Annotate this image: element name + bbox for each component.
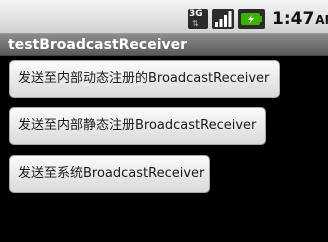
content-area: 发送至内部动态注册的BroadcastReceiver 发送至内部静态注册Bro… (0, 57, 328, 242)
data-arrows-icon: ⇅ (192, 19, 199, 28)
3g-icon: 3G ⇅ (188, 9, 208, 29)
send-internal-dynamic-button[interactable]: 发送至内部动态注册的BroadcastReceiver (9, 60, 280, 98)
network-type-label: 3G (189, 9, 203, 19)
clock-ampm: AM (315, 13, 328, 27)
clock-time: 1:47 (272, 9, 315, 29)
signal-icon (212, 9, 234, 29)
battery-icon (238, 9, 265, 29)
app-title: testBroadcastReceiver (8, 37, 188, 53)
status-clock: 1:47AM (272, 8, 328, 31)
app-screen: 3G ⇅ 1:47AM testBroadcastReceiver 发送至内部动… (0, 0, 328, 242)
title-bar: testBroadcastReceiver (0, 34, 328, 56)
send-internal-static-button[interactable]: 发送至内部静态注册BroadcastReceiver (9, 107, 266, 145)
status-bar: 3G ⇅ 1:47AM (0, 0, 328, 34)
send-system-button[interactable]: 发送至系统BroadcastReceiver (9, 155, 210, 193)
